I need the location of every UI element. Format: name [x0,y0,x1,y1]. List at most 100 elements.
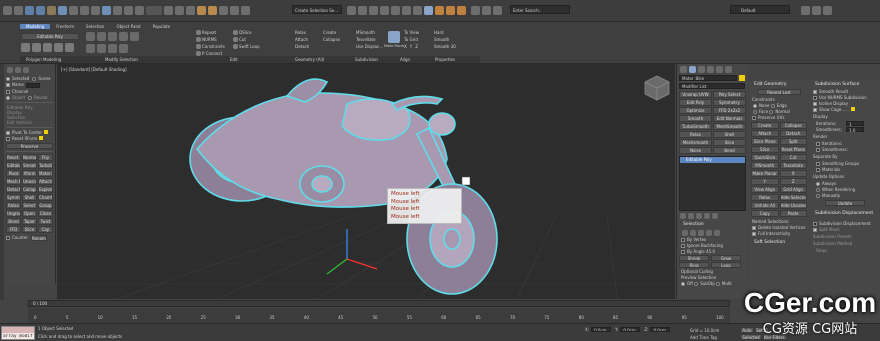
edit-geometry-title[interactable]: Edit Geometry [751,82,807,87]
save-file-icon[interactable] [482,6,491,15]
open-file-icon[interactable] [471,6,480,15]
grid-btn-25[interactable]: Bend [6,217,21,225]
grid-btn-10[interactable]: Mesh Edit [6,177,21,185]
geom-relax[interactable]: Relax [295,30,323,35]
align-to-grid[interactable]: To Grid [404,37,434,42]
minimize-icon[interactable] [801,6,810,15]
toggle-scene-explorer-icon[interactable] [380,6,389,15]
mod-btn-9[interactable]: TurboSmooth [679,123,712,130]
mod-btn-4[interactable]: Symmetry [713,99,746,106]
selected-radio[interactable] [6,77,10,81]
mod-btn-3[interactable]: Edit Poly [679,99,712,106]
remove-modifier-icon[interactable] [704,213,710,219]
by-angle-checkbox[interactable] [681,250,685,254]
eg-z[interactable]: Z [779,178,807,185]
eg-reset-plane[interactable]: Reset Plane [779,146,807,153]
by-angle-row[interactable]: By Angle 45.0 [681,249,744,254]
ring-button[interactable]: Ring [679,262,709,268]
time-slider[interactable]: 0 / 100 [28,300,730,307]
mod-btn-2[interactable]: Poly Select [713,91,746,98]
eg-slice[interactable]: Slice [751,146,779,153]
edit-cut[interactable]: Cut [239,37,269,42]
eg-msmooth[interactable]: MSmooth [751,162,779,169]
delete-isolated-row[interactable]: Delete Isolated Vertices [752,225,806,230]
constraint-edge-radio[interactable] [770,104,775,108]
project-folder-icon[interactable] [493,6,502,15]
grid-btn-8[interactable]: Xform [22,169,37,177]
grid-btn-22[interactable]: Ungroup [6,209,21,217]
show-end-result-icon[interactable] [688,213,694,219]
pivot-icon[interactable] [164,6,173,15]
reset-xform-row[interactable]: Reset XForm [6,135,53,141]
eg-attach[interactable]: Attach [751,130,779,137]
grid-btn-4[interactable]: Editable Poly [6,161,21,169]
update-rendering-radio[interactable] [816,188,820,192]
grid-btn-24[interactable]: Close [38,209,53,217]
scale-icon[interactable] [124,6,133,15]
smoothness-field[interactable]: 1.0 [846,127,864,132]
reveal-radio[interactable] [28,95,33,100]
geom-attach[interactable]: Attach [295,37,323,42]
mod-btn-6[interactable]: FFD 2x2x2 [713,107,746,114]
grid-btn-17[interactable]: Shell [22,193,37,201]
sel-border-icon[interactable] [698,230,704,236]
full-interactivity-checkbox[interactable] [752,232,756,236]
preserve-uvs-checkbox[interactable] [752,116,756,120]
grid-btn-7[interactable]: Pivot [6,169,21,177]
eg-copy[interactable]: Copy [751,210,779,217]
search-field[interactable]: Enter Search.. [510,5,570,14]
group-polygon-modeling[interactable]: Polygon Modeling [20,57,85,62]
region-icon[interactable] [80,6,89,15]
motion-tab-icon[interactable] [707,66,714,73]
edit-swift-loop[interactable]: Swift Loop [239,44,269,49]
update-button[interactable]: Update [825,200,865,206]
counter-checkbox[interactable] [6,235,10,240]
loop-button[interactable]: Loop [711,262,741,268]
group-align[interactable]: Align [400,57,435,62]
grid-btn-16[interactable]: Symmetry [6,193,21,201]
display-tab-icon[interactable] [716,66,723,73]
group-subdivision[interactable]: Subdivision [355,57,400,62]
pivot-center-row[interactable]: Pivot To Center [6,129,53,135]
rename-button[interactable]: Rename [30,234,47,241]
prop-smooth[interactable]: Smooth [434,37,474,42]
grid-btn-28[interactable]: FFD [6,225,21,233]
preserve-uvs-row[interactable]: Preserve UVs [752,115,806,120]
loop-mode-icon[interactable] [86,44,95,53]
undo-icon[interactable] [3,6,12,15]
dot-ring-icon[interactable] [119,44,128,53]
grow-icon[interactable] [86,32,95,41]
eg-relax[interactable]: Relax [751,194,779,201]
by-vertex-row[interactable]: By Vertex [681,237,744,242]
eg-slice-plane[interactable]: Slice Plane [751,138,779,145]
eg-collapse[interactable]: Collapse [779,122,807,129]
z-coord[interactable]: 0.0cm [650,327,671,332]
subdiv-title[interactable]: Subdivision Surface [812,82,878,87]
sep-materials-checkbox[interactable] [816,168,820,172]
grid-btn-9[interactable]: Materials [38,169,53,177]
repeat-last-button[interactable]: Repeat Last [757,89,801,95]
update-manually-row[interactable]: Manually [816,193,874,198]
unlink-icon[interactable] [36,6,45,15]
name-checkbox[interactable] [6,83,10,87]
eg-hide-unselected[interactable]: Hide Unselected [779,202,807,209]
edit-repeat[interactable]: Repeat [202,30,232,35]
angle-snap-icon[interactable] [208,6,217,15]
preview-multi-radio[interactable] [715,282,720,286]
close-icon[interactable] [823,6,832,15]
mod-btn-5[interactable]: Optimize [679,107,712,114]
eg-x[interactable]: X [779,170,807,177]
tab-object-paint[interactable]: Object Paint [110,24,146,29]
ring-icon[interactable] [119,32,128,41]
make-unique-icon[interactable] [696,213,702,219]
window-crossing-icon[interactable] [91,6,100,15]
eg-grid-align[interactable]: Grid Align [779,186,807,193]
update-manually-radio[interactable] [816,194,820,198]
edit-named-sel-icon[interactable] [241,6,250,15]
preserve-button[interactable]: Preserve [6,142,53,149]
sel-vertex-icon[interactable] [682,230,688,236]
grid-btn-23[interactable]: Open [22,209,37,217]
constraint-none-radio[interactable] [753,104,757,108]
preview-off-radio[interactable] [681,282,685,286]
tab-freeform[interactable]: Freeform [50,24,80,29]
